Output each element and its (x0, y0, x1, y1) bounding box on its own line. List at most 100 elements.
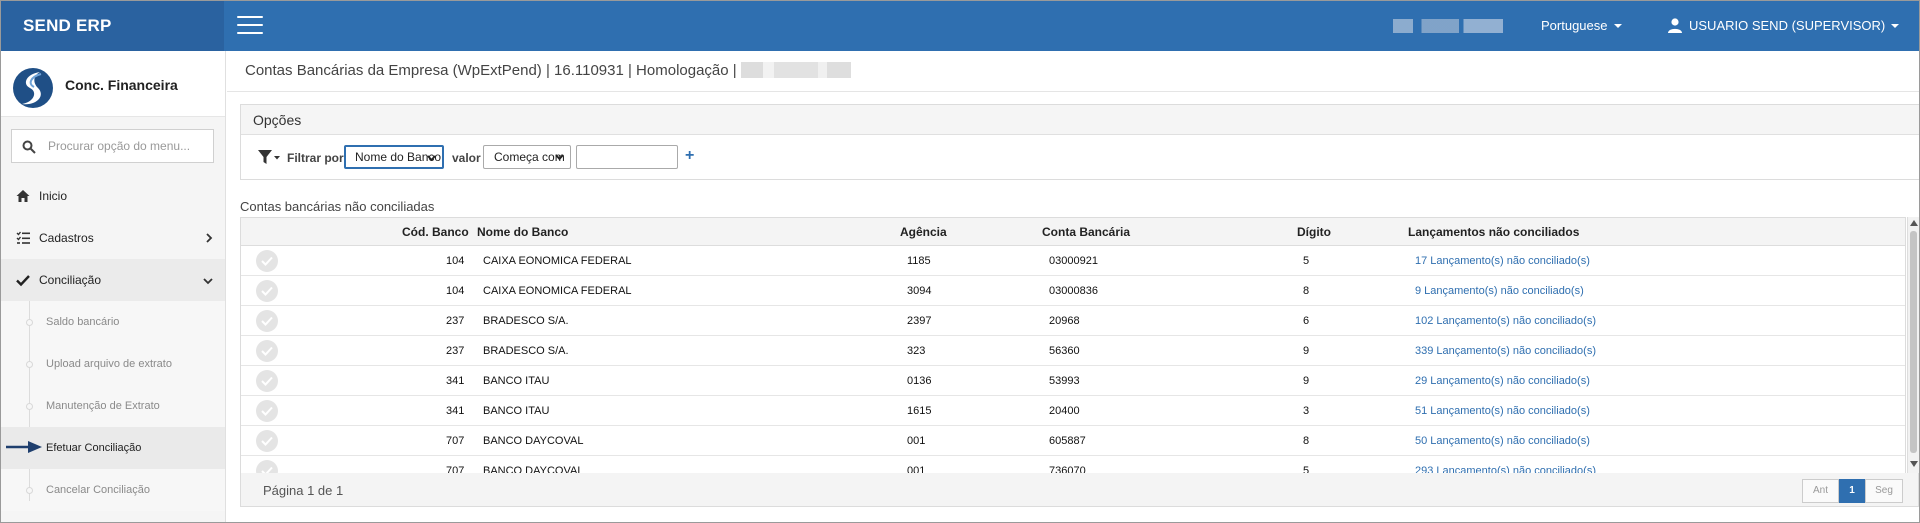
cell-conta: 20400 (1049, 405, 1080, 417)
submenu-item-manutencao-extrato[interactable]: Manutenção de Extrato (1, 385, 225, 427)
hamburger-menu-icon[interactable] (237, 16, 263, 36)
cell-conta: 53993 (1049, 375, 1080, 387)
table-row[interactable]: 237 BRADESCO S/A. 323 56360 9 339 Lançam… (241, 336, 1905, 366)
language-label: Portuguese (1541, 18, 1608, 33)
options-heading: Opções (241, 105, 1919, 135)
brand-logo-text[interactable]: SEND ERP (1, 1, 224, 51)
page-title-text: Contas Bancárias da Empresa (WpExtPend) … (245, 62, 737, 79)
cell-conta: 56360 (1049, 345, 1080, 357)
redacted-info (1393, 19, 1503, 33)
cell-nome-banco: CAIXA EONOMICA FEDERAL (483, 285, 632, 297)
column-header-digito[interactable]: Dígito (1297, 218, 1331, 246)
submenu-conciliacao: Saldo bancário Upload arquivo de extrato… (1, 301, 225, 511)
cell-digito: 3 (1303, 405, 1310, 417)
cell-digito: 9 (1303, 345, 1310, 357)
cell-nome-banco: BANCO ITAU (483, 405, 550, 417)
bullet-icon (26, 319, 33, 326)
submenu-item-upload-extrato[interactable]: Upload arquivo de extrato (1, 343, 225, 385)
table-row[interactable]: 237 BRADESCO S/A. 2397 20968 6 102 Lança… (241, 306, 1905, 336)
select-row-check-icon[interactable] (256, 310, 278, 332)
table-row[interactable]: 104 CAIXA EONOMICA FEDERAL 3094 03000836… (241, 276, 1905, 306)
scroll-up-icon[interactable] (1910, 220, 1918, 226)
cell-lancamentos-link[interactable]: 50 Lançamento(s) não conciliado(s) (1415, 426, 1590, 456)
cell-agencia: 2397 (907, 315, 932, 327)
select-row-check-icon[interactable] (256, 250, 278, 272)
sidebar-item-inicio[interactable]: Inicio (1, 175, 225, 217)
bullet-icon (26, 403, 33, 410)
cell-cod-banco: 104 (446, 285, 465, 297)
caret-down-icon (1613, 24, 1622, 28)
accounts-table: Cód. Banco Nome do Banco Agência Conta B… (240, 217, 1906, 486)
sidebar-item-conciliacao[interactable]: Conciliação (1, 259, 225, 301)
cell-lancamentos-link[interactable]: 51 Lançamento(s) não conciliado(s) (1415, 396, 1590, 426)
cell-nome-banco: BANCO ITAU (483, 375, 550, 387)
cell-agencia: 001 (907, 435, 926, 447)
cell-lancamentos-link[interactable]: 339 Lançamento(s) não conciliado(s) (1415, 336, 1596, 366)
scroll-down-icon[interactable] (1910, 461, 1918, 467)
chevron-down-icon (427, 155, 436, 161)
cell-agencia: 0136 (907, 375, 932, 387)
cell-lancamentos-link[interactable]: 9 Lançamento(s) não conciliado(s) (1415, 276, 1584, 306)
sidebar-item-cadastros[interactable]: Cadastros (1, 217, 225, 259)
menu-search-input[interactable] (48, 130, 208, 162)
submenu-item-label: Efetuar Conciliação (46, 442, 142, 454)
submenu-item-label: Manutenção de Extrato (46, 400, 160, 412)
sidebar-item-label: Cadastros (39, 231, 94, 245)
cell-conta: 03000921 (1049, 255, 1098, 267)
add-filter-button[interactable]: + (685, 147, 694, 165)
scrollbar-thumb[interactable] (1910, 231, 1917, 453)
column-header-cod-banco[interactable]: Cód. Banco (402, 218, 469, 246)
cell-conta: 03000836 (1049, 285, 1098, 297)
value-label: valor (452, 151, 481, 165)
operator-select[interactable]: Começa com (483, 145, 571, 169)
filter-value-input[interactable] (576, 145, 678, 169)
main-content: Contas Bancárias da Empresa (WpExtPend) … (227, 51, 1919, 522)
submenu-item-label: Upload arquivo de extrato (46, 358, 172, 370)
page-1-button[interactable]: 1 (1839, 479, 1865, 503)
table-row[interactable]: 341 BANCO ITAU 1615 20400 3 51 Lançament… (241, 396, 1905, 426)
column-header-nome-banco[interactable]: Nome do Banco (477, 218, 568, 246)
cell-nome-banco: CAIXA EONOMICA FEDERAL (483, 255, 632, 267)
user-menu[interactable]: USUARIO SEND (SUPERVISOR) (1667, 1, 1900, 51)
menu-search[interactable] (11, 129, 214, 163)
language-selector[interactable]: Portuguese (1541, 1, 1622, 51)
prev-page-button[interactable]: Ant (1802, 479, 1839, 503)
submenu-item-cancelar-conciliacao[interactable]: Cancelar Conciliação (1, 469, 225, 511)
cell-nome-banco: BRADESCO S/A. (483, 345, 569, 357)
submenu-item-efetuar-conciliacao[interactable]: Efetuar Conciliação (1, 427, 225, 469)
submenu-item-saldo-bancario[interactable]: Saldo bancário (1, 301, 225, 343)
table-scrollbar[interactable] (1907, 217, 1919, 473)
sidebar-item-label: Conciliação (39, 273, 102, 287)
submenu-item-label: Cancelar Conciliação (46, 484, 150, 496)
bullet-icon (26, 487, 33, 494)
column-header-conta[interactable]: Conta Bancária (1042, 218, 1130, 246)
cell-cod-banco: 341 (446, 375, 465, 387)
top-bar: SEND ERP Portuguese USUARIO SEND (SUPERV… (1, 1, 1919, 51)
chevron-down-icon (203, 278, 213, 285)
cell-digito: 6 (1303, 315, 1310, 327)
list-icon (16, 231, 30, 244)
cell-lancamentos-link[interactable]: 102 Lançamento(s) não conciliado(s) (1415, 306, 1596, 336)
search-icon (22, 140, 36, 154)
filter-icon[interactable] (257, 148, 281, 166)
select-row-check-icon[interactable] (256, 280, 278, 302)
select-row-check-icon[interactable] (256, 430, 278, 452)
select-row-check-icon[interactable] (256, 340, 278, 362)
table-row[interactable]: 104 CAIXA EONOMICA FEDERAL 1185 03000921… (241, 246, 1905, 276)
column-header-agencia[interactable]: Agência (900, 218, 947, 246)
next-page-button[interactable]: Seg (1865, 479, 1903, 503)
cell-cod-banco: 104 (446, 255, 465, 267)
cell-lancamentos-link[interactable]: 17 Lançamento(s) não conciliado(s) (1415, 246, 1590, 276)
cell-cod-banco: 237 (446, 315, 465, 327)
app-window: SEND ERP Portuguese USUARIO SEND (SUPERV… (0, 0, 1920, 523)
caret-down-icon (1891, 24, 1900, 28)
cell-digito: 9 (1303, 375, 1310, 387)
filter-field-select[interactable]: Nome do Banco (344, 145, 444, 169)
column-header-lancamentos[interactable]: Lançamentos não conciliados (1408, 218, 1579, 246)
select-row-check-icon[interactable] (256, 370, 278, 392)
table-row[interactable]: 341 BANCO ITAU 0136 53993 9 29 Lançament… (241, 366, 1905, 396)
divider (227, 91, 1919, 92)
table-row[interactable]: 707 BANCO DAYCOVAL 001 605887 8 50 Lança… (241, 426, 1905, 456)
cell-lancamentos-link[interactable]: 29 Lançamento(s) não conciliado(s) (1415, 366, 1590, 396)
select-row-check-icon[interactable] (256, 400, 278, 422)
